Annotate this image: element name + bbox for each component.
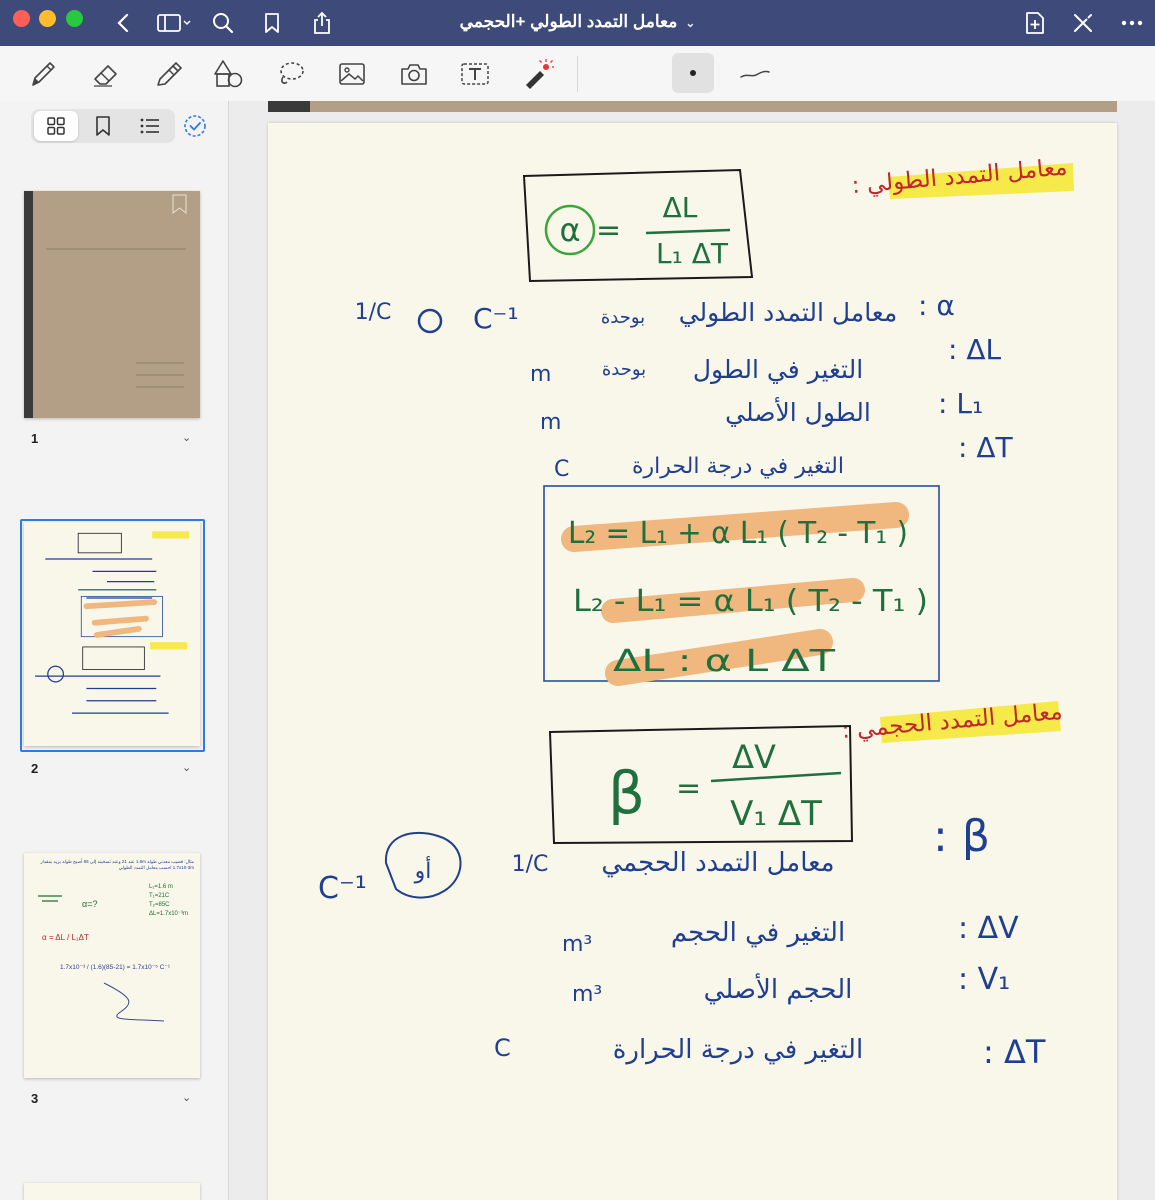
sidebar-view-switcher bbox=[31, 109, 175, 143]
delta-t-volume-definition: التغير في درجة الحرارة bbox=[613, 1035, 863, 1065]
page-thumbnail-3[interactable]: مثال: قضيب معدني طوله 1.6m عند 21 وعند ت… bbox=[24, 853, 200, 1078]
alpha-symbol: α : bbox=[918, 289, 955, 322]
v1-symbol: V₁ : bbox=[958, 962, 1010, 997]
shapes-icon[interactable] bbox=[210, 56, 246, 92]
more-icon[interactable] bbox=[1118, 9, 1146, 37]
page-2-chevron-down-icon[interactable]: ⌄ bbox=[182, 761, 191, 774]
camera-icon[interactable] bbox=[396, 56, 432, 92]
delta-l-unit-label: بوحدة bbox=[602, 359, 646, 380]
alpha-unit-label: بوحدة bbox=[601, 307, 645, 328]
bookmarks-icon[interactable] bbox=[81, 111, 125, 141]
image-icon[interactable] bbox=[334, 56, 370, 92]
alpha-unit: C⁻¹ bbox=[473, 302, 519, 335]
formula-linear-denominator: L₁ ΔT bbox=[656, 237, 729, 270]
formula-linear-fraction-bar bbox=[645, 228, 731, 235]
page-number-2: 2 bbox=[31, 761, 39, 776]
cover-spine-edge bbox=[268, 101, 310, 112]
page-3-chevron-down-icon[interactable]: ⌄ bbox=[182, 1091, 191, 1104]
zoom-window-button[interactable] bbox=[66, 10, 83, 27]
page-thumbnail-4[interactable] bbox=[24, 1183, 200, 1200]
equation-3: ΔL : α L ΔT bbox=[613, 644, 836, 679]
alpha-definition: معامل التمدد الطولي bbox=[679, 298, 898, 327]
highlighter-icon[interactable] bbox=[150, 56, 186, 92]
thumbnails-grid-icon[interactable] bbox=[34, 111, 78, 141]
share-icon[interactable] bbox=[308, 9, 336, 37]
equation-1: L₂ = L₁ + α L₁ ( T₂ - T₁ ) bbox=[568, 516, 908, 551]
eraser-icon[interactable] bbox=[88, 56, 124, 92]
delta-l-symbol: ΔL : bbox=[948, 333, 1001, 366]
sidebar-toggle-icon[interactable] bbox=[154, 9, 194, 37]
document-title[interactable]: معامل التمدد الطولي +الحجمي bbox=[460, 12, 678, 31]
lasso-icon[interactable] bbox=[273, 56, 309, 92]
delta-t-volume-symbol: ΔT : bbox=[983, 1033, 1046, 1071]
page-1-chevron-down-icon[interactable]: ⌄ bbox=[182, 431, 191, 444]
selected-page-outline bbox=[20, 519, 205, 752]
beta-definition: معامل التمدد الحجمي bbox=[601, 848, 834, 878]
document-canvas[interactable]: معامل التمدد الطولي : α = ΔL L₁ ΔT 1/C C… bbox=[229, 101, 1155, 1200]
formula-volume-numerator: ΔV bbox=[732, 738, 776, 776]
delta-v-definition: التغير في الحجم bbox=[671, 918, 845, 948]
formula-volume-fraction-bar bbox=[710, 771, 842, 783]
or-circle-small bbox=[417, 308, 443, 334]
delta-t-definition: التغير في درجة الحرارة bbox=[632, 454, 844, 479]
page-number-3: 3 bbox=[31, 1091, 39, 1106]
beta-unit-alt: 1/C bbox=[512, 852, 549, 877]
tools-toolbar bbox=[0, 46, 1155, 102]
page-sidebar: 1 ⌄ 2 ⌄ مثال: قضيب معدني طوله 1.6m عند 2… bbox=[0, 101, 229, 1200]
delta-v-symbol: ΔV : bbox=[958, 911, 1019, 946]
formula-linear-numerator: ΔL bbox=[663, 191, 698, 224]
minimize-window-button[interactable] bbox=[39, 10, 56, 27]
page-thumbnail-1[interactable] bbox=[24, 191, 200, 418]
filter-check-icon[interactable] bbox=[182, 113, 208, 139]
stroke-dot-option[interactable] bbox=[672, 53, 714, 93]
alpha-unit-alt: 1/C bbox=[355, 300, 392, 325]
equation-2: L₂ - L₁ = α L₁ ( T₂ - T₁ ) bbox=[573, 584, 928, 619]
cover-lines bbox=[46, 194, 187, 388]
handwriting-layer: معامل التمدد الطولي : α = ΔL L₁ ΔT 1/C C… bbox=[318, 154, 1074, 1071]
v1-unit: m³ bbox=[572, 982, 602, 1007]
formula-linear-equals: = bbox=[596, 213, 621, 248]
l1-definition: الطول الأصلي bbox=[725, 396, 871, 427]
bookmark-icon[interactable] bbox=[258, 9, 286, 37]
or-word: أو bbox=[414, 856, 432, 884]
previous-page-edge bbox=[268, 101, 1117, 112]
add-page-icon[interactable] bbox=[1021, 9, 1049, 37]
formula-volume-denominator: V₁ ΔT bbox=[730, 794, 822, 834]
back-chevron-icon[interactable] bbox=[109, 9, 137, 37]
toolbar-separator bbox=[577, 56, 578, 92]
laser-pointer-icon[interactable] bbox=[519, 56, 555, 92]
beta-symbol: β : bbox=[933, 811, 990, 862]
text-box-icon[interactable] bbox=[457, 56, 493, 92]
delta-v-unit: m³ bbox=[562, 932, 592, 957]
beta-unit: C⁻¹ bbox=[318, 871, 367, 906]
delta-t-volume-unit: C bbox=[494, 1034, 511, 1062]
pen-icon[interactable] bbox=[25, 56, 61, 92]
equations: L₂ = L₁ + α L₁ ( T₂ - T₁ ) L₂ - L₁ = α L… bbox=[568, 516, 928, 679]
title-bar: معامل التمدد الطولي +الحجمي ⌄ bbox=[0, 0, 1155, 46]
delta-t-symbol: ΔT : bbox=[958, 431, 1013, 464]
page-3-scribbles bbox=[38, 895, 165, 1022]
l1-unit: m bbox=[540, 410, 561, 435]
close-window-button[interactable] bbox=[13, 10, 30, 27]
defs-linear: 1/C C⁻¹ بوحدة معامل التمدد الطولي α : m … bbox=[355, 289, 1014, 482]
delta-l-unit: m bbox=[530, 362, 551, 387]
formula-linear-lhs: α bbox=[559, 211, 580, 249]
page-number-1: 1 bbox=[31, 431, 39, 446]
note-page[interactable]: معامل التمدد الطولي : α = ΔL L₁ ΔT 1/C C… bbox=[268, 123, 1117, 1200]
outline-icon[interactable] bbox=[128, 111, 172, 141]
defs-volume: C⁻¹ أو 1/C معامل التمدد الحجمي β : m³ ال… bbox=[318, 811, 1046, 1071]
l1-symbol: L₁ : bbox=[938, 387, 983, 420]
close-pencil-icon[interactable] bbox=[1069, 9, 1097, 37]
title-chevron-down-icon[interactable]: ⌄ bbox=[685, 16, 695, 30]
formula-volume-equals: = bbox=[676, 771, 701, 806]
delta-t-unit: C bbox=[554, 457, 569, 482]
formula-volume-lhs: β bbox=[608, 759, 645, 827]
stroke-curve-option[interactable] bbox=[735, 56, 775, 92]
v1-definition: الحجم الأصلي bbox=[704, 972, 853, 1005]
search-icon[interactable] bbox=[209, 9, 237, 37]
delta-l-definition: التغير في الطول bbox=[693, 355, 863, 384]
